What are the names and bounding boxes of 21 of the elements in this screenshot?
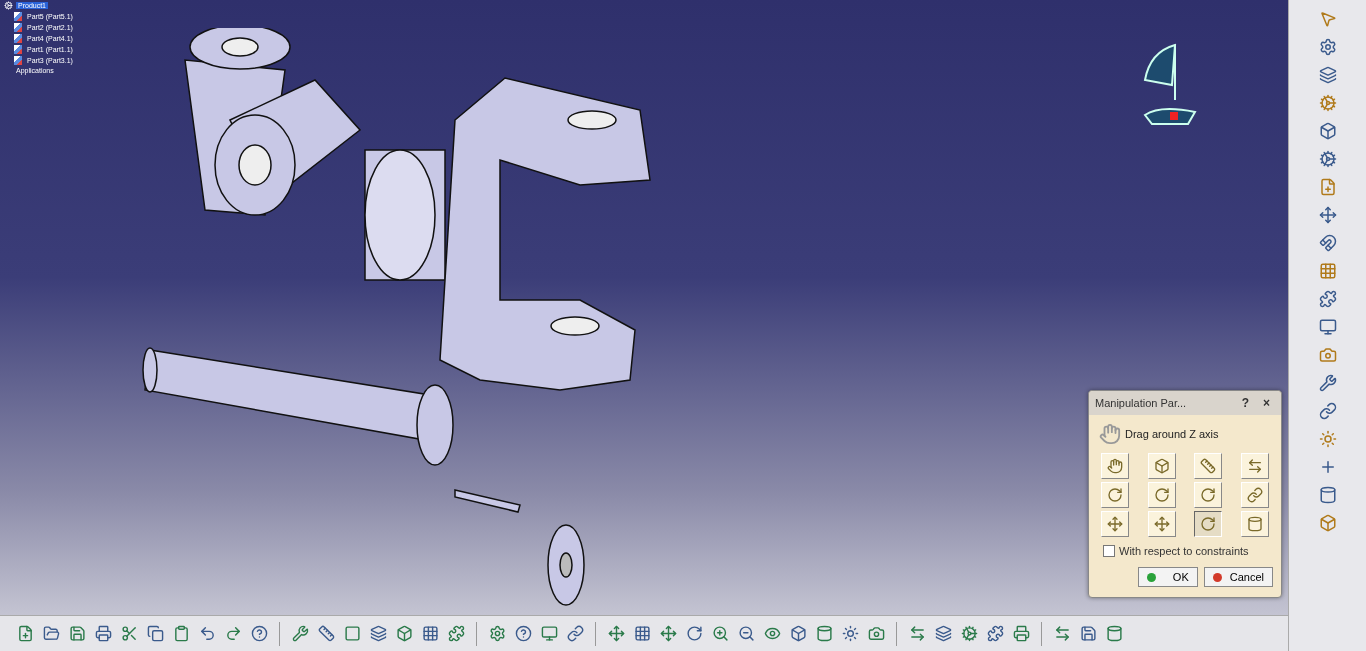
manipulator-icon [1153,458,1170,474]
manipulator-icon [1246,516,1263,532]
manipulator-icon [1107,516,1123,532]
manipulator-icon [1200,487,1217,503]
instruction-text: Drag around Z axis [1125,428,1219,440]
manipulation-tool-button[interactable] [1194,511,1223,537]
manipulator-icon [1200,516,1217,532]
help-button[interactable]: ? [1236,396,1254,410]
dialog-title: Manipulation Par... [1095,397,1188,409]
ok-button[interactable]: OK [1137,567,1198,587]
manipulator-icon [1246,458,1263,474]
hand-icon [1099,423,1121,445]
manipulator-icon [1246,487,1263,503]
close-button[interactable]: × [1258,396,1275,410]
manipulator-icon [1107,458,1123,474]
manipulator-icon [1107,487,1123,503]
cancel-button[interactable]: Cancel [1203,567,1273,587]
manipulator-icon [1153,516,1170,532]
manipulator-icon [1200,458,1217,474]
manipulator-icon [1153,487,1170,503]
constraints-checkbox[interactable]: With respect to constraints [1089,541,1281,561]
